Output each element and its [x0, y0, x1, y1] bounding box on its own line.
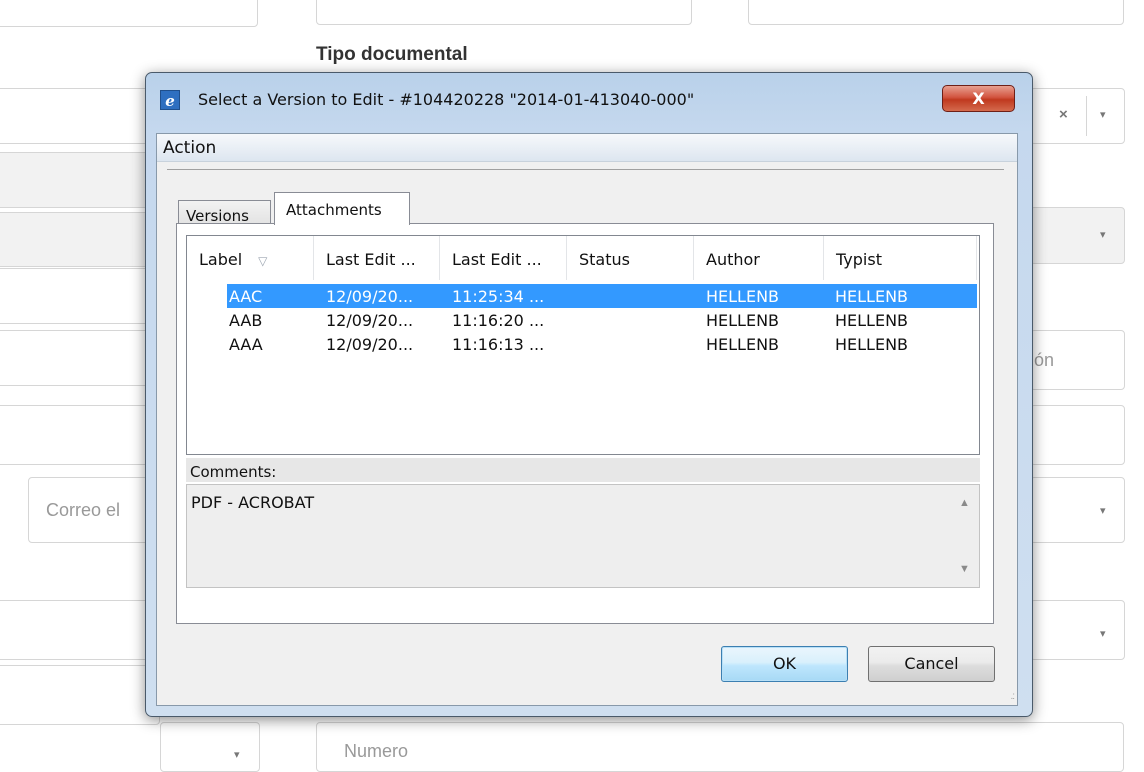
ie-app-icon: e	[160, 90, 180, 110]
menu-bar: Action	[157, 134, 1017, 162]
bg-field-left-6[interactable]	[0, 405, 160, 465]
clear-icon[interactable]: ×	[1059, 106, 1068, 123]
bg-field-left-1[interactable]	[0, 88, 160, 144]
divider	[167, 169, 1004, 170]
cell-date: 12/09/20...	[326, 335, 414, 354]
column-header-status[interactable]: Status	[567, 236, 693, 280]
close-button[interactable]: X	[942, 85, 1015, 112]
cell-typist: HELLENB	[835, 311, 909, 330]
table-row[interactable]: AAB 12/09/20... 11:16:20 ... HELLENB HEL…	[227, 308, 977, 332]
bg-field-top-left[interactable]	[0, 0, 258, 27]
table-row[interactable]: AAC 12/09/20... 11:25:34 ... HELLENB HEL…	[227, 284, 977, 308]
resize-grip-icon[interactable]: .:	[1010, 691, 1014, 702]
column-header-label-text: Label	[199, 250, 243, 269]
sort-descending-icon: ▽	[258, 254, 268, 268]
menu-item-action[interactable]: Action	[163, 138, 216, 158]
bg-field-top-right[interactable]	[748, 0, 1124, 25]
cell-date: 12/09/20...	[326, 287, 414, 306]
select-version-dialog: e Select a Version to Edit - #104420228 …	[145, 72, 1033, 717]
bg-select-bottom[interactable]	[160, 722, 260, 772]
column-header-last-edit-date[interactable]: Last Edit ...	[314, 236, 439, 280]
dropdown-arrow-icon[interactable]: ▾	[1100, 506, 1106, 517]
dialog-title: Select a Version to Edit - #104420228 "2…	[198, 90, 695, 109]
bg-select-right-3[interactable]	[1030, 477, 1125, 543]
cell-label: AAC	[229, 287, 263, 306]
column-header-last-edit-time[interactable]: Last Edit ...	[440, 236, 566, 280]
bg-select-right-4[interactable]	[1030, 600, 1125, 660]
cancel-button[interactable]: Cancel	[868, 646, 995, 682]
tab-attachments[interactable]: Attachments	[274, 192, 410, 225]
bg-field-right-on-text: ón	[1034, 350, 1055, 370]
comments-scrollbar[interactable]: ▲ ▼	[951, 485, 979, 587]
comments-textarea[interactable]: PDF - ACROBAT ▲ ▼	[186, 484, 980, 588]
cell-author: HELLENB	[706, 287, 780, 306]
cell-time: 11:16:20 ...	[452, 311, 545, 330]
dropdown-arrow-icon[interactable]: ▾	[1100, 110, 1106, 121]
numero-field[interactable]	[316, 722, 1124, 772]
list-header: Label ▽ Last Edit ... Last Edit ... Statu…	[187, 236, 979, 280]
bg-field-top-mid[interactable]	[316, 0, 692, 25]
scroll-down-icon[interactable]: ▼	[959, 563, 970, 575]
select-divider	[1086, 96, 1087, 136]
bg-field-left-4[interactable]	[0, 268, 160, 324]
dialog-titlebar[interactable]: e Select a Version to Edit - #104420228 …	[156, 83, 1022, 113]
cell-typist: HELLENB	[835, 287, 909, 306]
column-header-typist[interactable]: Typist	[824, 236, 976, 280]
comments-text: PDF - ACROBAT	[191, 493, 315, 512]
cell-label: AAB	[229, 311, 263, 330]
comments-label: Comments:	[186, 458, 980, 482]
bg-field-left-7[interactable]	[0, 600, 160, 660]
scroll-up-icon[interactable]: ▲	[959, 497, 970, 509]
bg-field-left-5[interactable]	[0, 330, 160, 386]
bg-select-right-1[interactable]	[1030, 207, 1125, 264]
tab-versions[interactable]: Versions	[178, 200, 271, 225]
bg-field-left-2[interactable]	[0, 152, 160, 208]
cell-typist: HELLENB	[835, 335, 909, 354]
bg-field-left-8[interactable]	[0, 665, 160, 725]
cell-date: 12/09/20...	[326, 311, 414, 330]
dropdown-arrow-icon[interactable]: ▾	[234, 750, 240, 761]
column-header-label[interactable]: Label ▽	[187, 236, 313, 280]
cell-author: HELLENB	[706, 311, 780, 330]
dropdown-arrow-icon[interactable]: ▾	[1100, 629, 1106, 640]
attachments-list[interactable]: Label ▽ Last Edit ... Last Edit ... Statu…	[186, 235, 980, 455]
column-separator[interactable]	[976, 236, 977, 280]
bg-field-right-2[interactable]	[1030, 405, 1125, 465]
cell-label: AAA	[229, 335, 263, 354]
numero-placeholder: Numero	[344, 741, 409, 761]
correo-placeholder: Correo el	[46, 500, 121, 520]
dialog-client-area: Action Versions Attachments Label ▽ Last …	[156, 133, 1018, 706]
tipo-documental-label: Tipo documental	[316, 44, 468, 65]
cell-time: 11:25:34 ...	[452, 287, 545, 306]
cell-author: HELLENB	[706, 335, 780, 354]
ok-button[interactable]: OK	[721, 646, 848, 682]
column-header-author[interactable]: Author	[694, 236, 823, 280]
table-row[interactable]: AAA 12/09/20... 11:16:13 ... HELLENB HEL…	[227, 332, 977, 356]
dropdown-arrow-icon[interactable]: ▾	[1100, 230, 1106, 241]
cell-time: 11:16:13 ...	[452, 335, 545, 354]
tipo-documental-select[interactable]	[1030, 88, 1125, 144]
bg-field-left-3[interactable]	[0, 212, 160, 267]
